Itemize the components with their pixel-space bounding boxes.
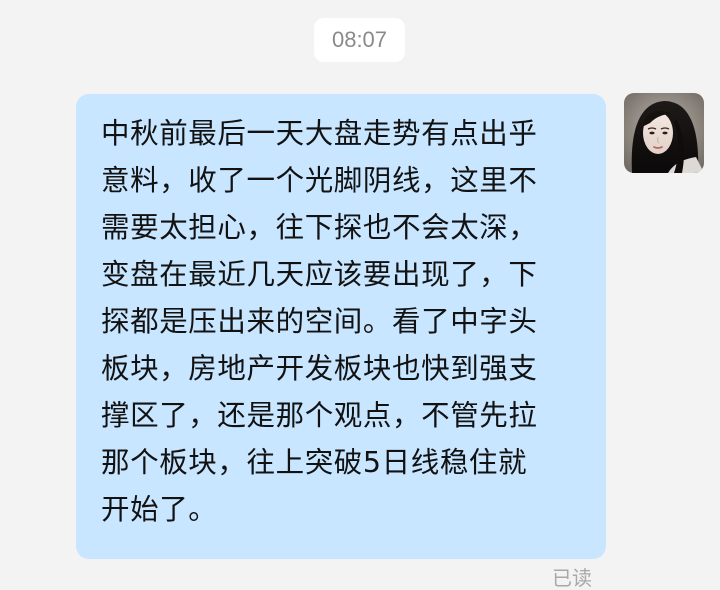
message-line: 撑区了，还是那个观点，不管先拉 (101, 399, 538, 432)
message-line: 探都是压出来的空间。看了中字头 (101, 305, 538, 338)
message-line: 需要太担心，往下探也不会太深， (101, 211, 538, 244)
message-line: 那个板块，往上突破5日线稳住就 (101, 446, 528, 479)
user-avatar-icon (624, 93, 704, 173)
message-line: 中秋前最后一天大盘走势有点出乎 (101, 117, 538, 150)
message-line: 意料，收了一个光脚阴线，这里不 (101, 164, 538, 197)
user-avatar[interactable] (624, 93, 704, 173)
message-timestamp: 08:07 (314, 18, 405, 62)
message-line: 开始了。 (101, 493, 218, 526)
read-status: 已读 (552, 566, 592, 590)
message-line: 变盘在最近几天应该要出现了，下 (101, 258, 538, 291)
message-line: 板块，房地产开发板块也快到强支 (101, 352, 538, 385)
message-text: 中秋前最后一天大盘走势有点出乎 意料，收了一个光脚阴线，这里不 需要太担心，往下… (101, 110, 588, 533)
message-bubble[interactable]: 中秋前最后一天大盘走势有点出乎 意料，收了一个光脚阴线，这里不 需要太担心，往下… (76, 94, 606, 559)
